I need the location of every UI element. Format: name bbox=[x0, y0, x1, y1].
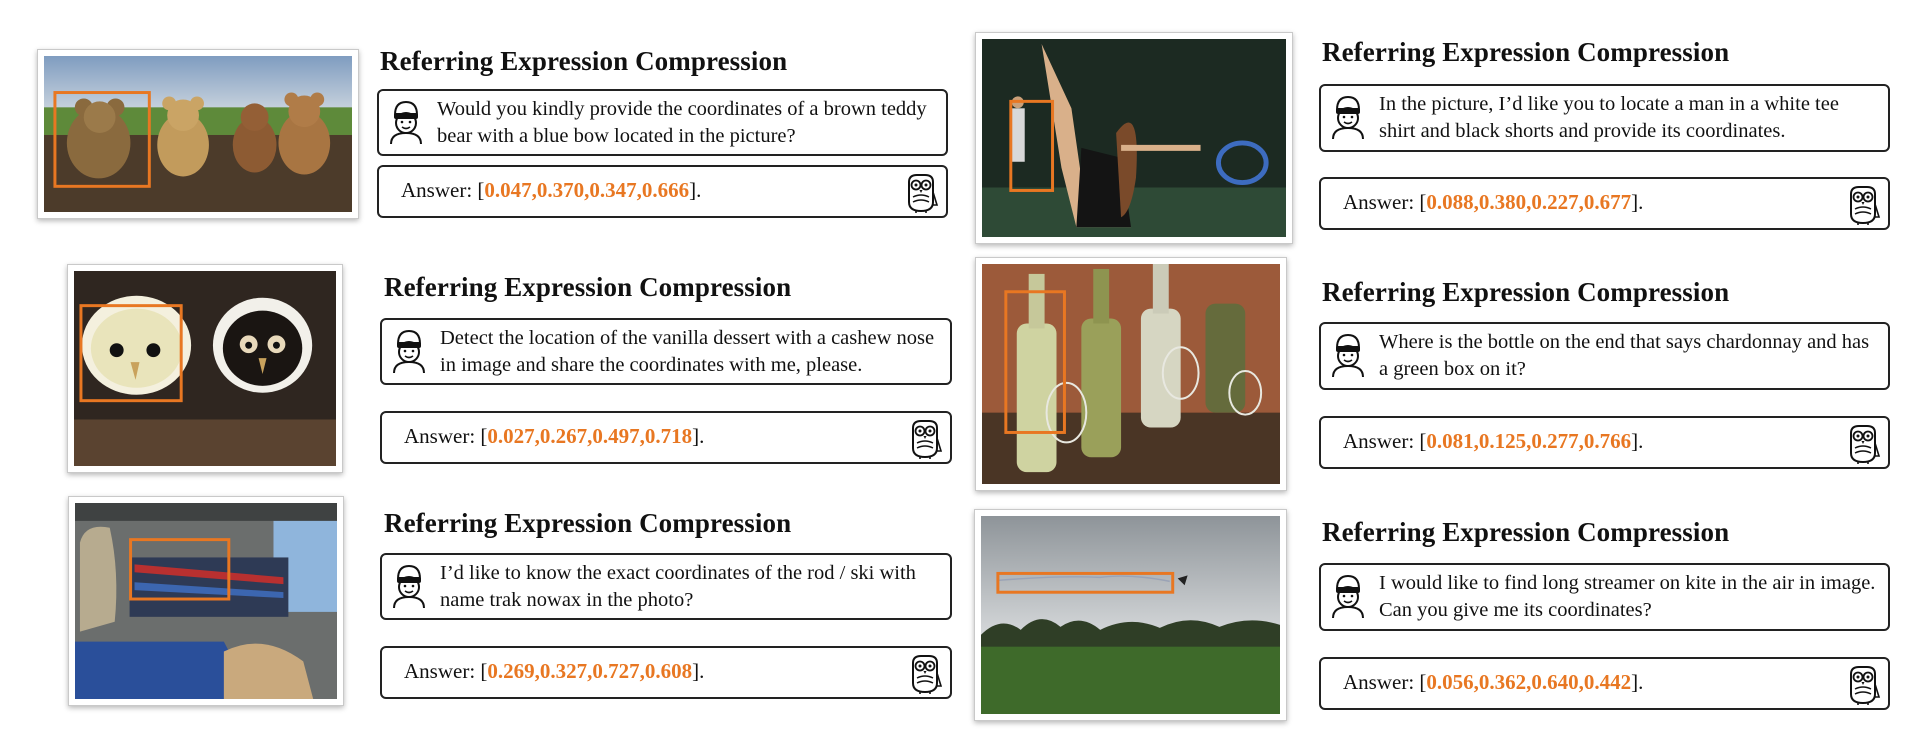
answer-coordinates: 0.027,0.267,0.497,0.718 bbox=[487, 424, 693, 448]
answer-text: Answer: [0.027,0.267,0.497,0.718]. bbox=[404, 424, 705, 448]
answer-text: Answer: [0.047,0.370,0.347,0.666]. bbox=[401, 178, 702, 202]
question-text: Where is the bottle on the end that says… bbox=[1379, 331, 1870, 380]
owl-icon bbox=[1845, 184, 1881, 226]
panel-title: Referring Expression Compression bbox=[384, 272, 792, 302]
wine-bottles-photo bbox=[975, 257, 1287, 491]
answer-text: Answer: [0.081,0.125,0.277,0.766]. bbox=[1343, 429, 1644, 453]
answer-coordinates: 0.269,0.327,0.727,0.608 bbox=[487, 659, 693, 683]
person-icon bbox=[1329, 332, 1367, 378]
owl-icon bbox=[1845, 423, 1881, 465]
question-text: I’d like to know the exact coordinates o… bbox=[440, 562, 916, 611]
answer-text: Answer: [0.088,0.380,0.227,0.677]. bbox=[1343, 190, 1644, 214]
person-icon bbox=[390, 563, 428, 609]
answer-box: Answer: [0.088,0.380,0.227,0.677]. bbox=[1319, 177, 1890, 230]
owl-icon bbox=[907, 653, 943, 695]
panel-title: Referring Expression Compression bbox=[1322, 517, 1730, 547]
panel-title: Referring Expression Compression bbox=[384, 508, 792, 538]
question-box: I would like to find long streamer on ki… bbox=[1319, 563, 1890, 631]
panel-title: Referring Expression Compression bbox=[380, 46, 788, 76]
question-box: I’d like to know the exact coordinates o… bbox=[380, 553, 952, 620]
person-icon bbox=[1329, 94, 1367, 140]
car-interior-photo bbox=[68, 496, 344, 706]
answer-coordinates: 0.056,0.362,0.640,0.442 bbox=[1426, 670, 1632, 694]
owl-icon bbox=[903, 172, 939, 214]
panel-title: Referring Expression Compression bbox=[1322, 37, 1730, 67]
answer-box: Answer: [0.047,0.370,0.347,0.666]. bbox=[377, 165, 948, 218]
question-box: Detect the location of the vanilla desse… bbox=[380, 318, 952, 385]
answer-box: Answer: [0.056,0.362,0.640,0.442]. bbox=[1319, 657, 1890, 710]
teddy-bears-photo bbox=[37, 49, 359, 219]
question-text: Detect the location of the vanilla desse… bbox=[440, 327, 935, 376]
question-box: Where is the bottle on the end that says… bbox=[1319, 322, 1890, 390]
answer-box: Answer: [0.081,0.125,0.277,0.766]. bbox=[1319, 416, 1890, 469]
answer-box: Answer: [0.269,0.327,0.727,0.608]. bbox=[380, 646, 952, 699]
owl-icon bbox=[1845, 664, 1881, 706]
owl-icon bbox=[907, 418, 943, 460]
answer-coordinates: 0.088,0.380,0.227,0.677 bbox=[1426, 190, 1632, 214]
question-text: I would like to find long streamer on ki… bbox=[1379, 572, 1876, 621]
answer-box: Answer: [0.027,0.267,0.497,0.718]. bbox=[380, 411, 952, 464]
answer-text: Answer: [0.056,0.362,0.640,0.442]. bbox=[1343, 670, 1644, 694]
panel-title: Referring Expression Compression bbox=[1322, 277, 1730, 307]
person-icon bbox=[390, 328, 428, 374]
person-icon bbox=[387, 99, 425, 145]
person-icon bbox=[1329, 573, 1367, 619]
question-box: In the picture, I’d like you to locate a… bbox=[1319, 84, 1890, 152]
answer-text: Answer: [0.269,0.327,0.727,0.608]. bbox=[404, 659, 705, 683]
desserts-photo bbox=[67, 264, 343, 473]
answer-coordinates: 0.047,0.370,0.347,0.666 bbox=[484, 178, 690, 202]
tennis-player-photo bbox=[975, 32, 1293, 244]
question-text: In the picture, I’d like you to locate a… bbox=[1379, 93, 1839, 142]
answer-coordinates: 0.081,0.125,0.277,0.766 bbox=[1426, 429, 1632, 453]
question-box: Would you kindly provide the coordinates… bbox=[377, 89, 948, 156]
question-text: Would you kindly provide the coordinates… bbox=[437, 98, 927, 147]
kite-field-photo bbox=[974, 509, 1287, 721]
